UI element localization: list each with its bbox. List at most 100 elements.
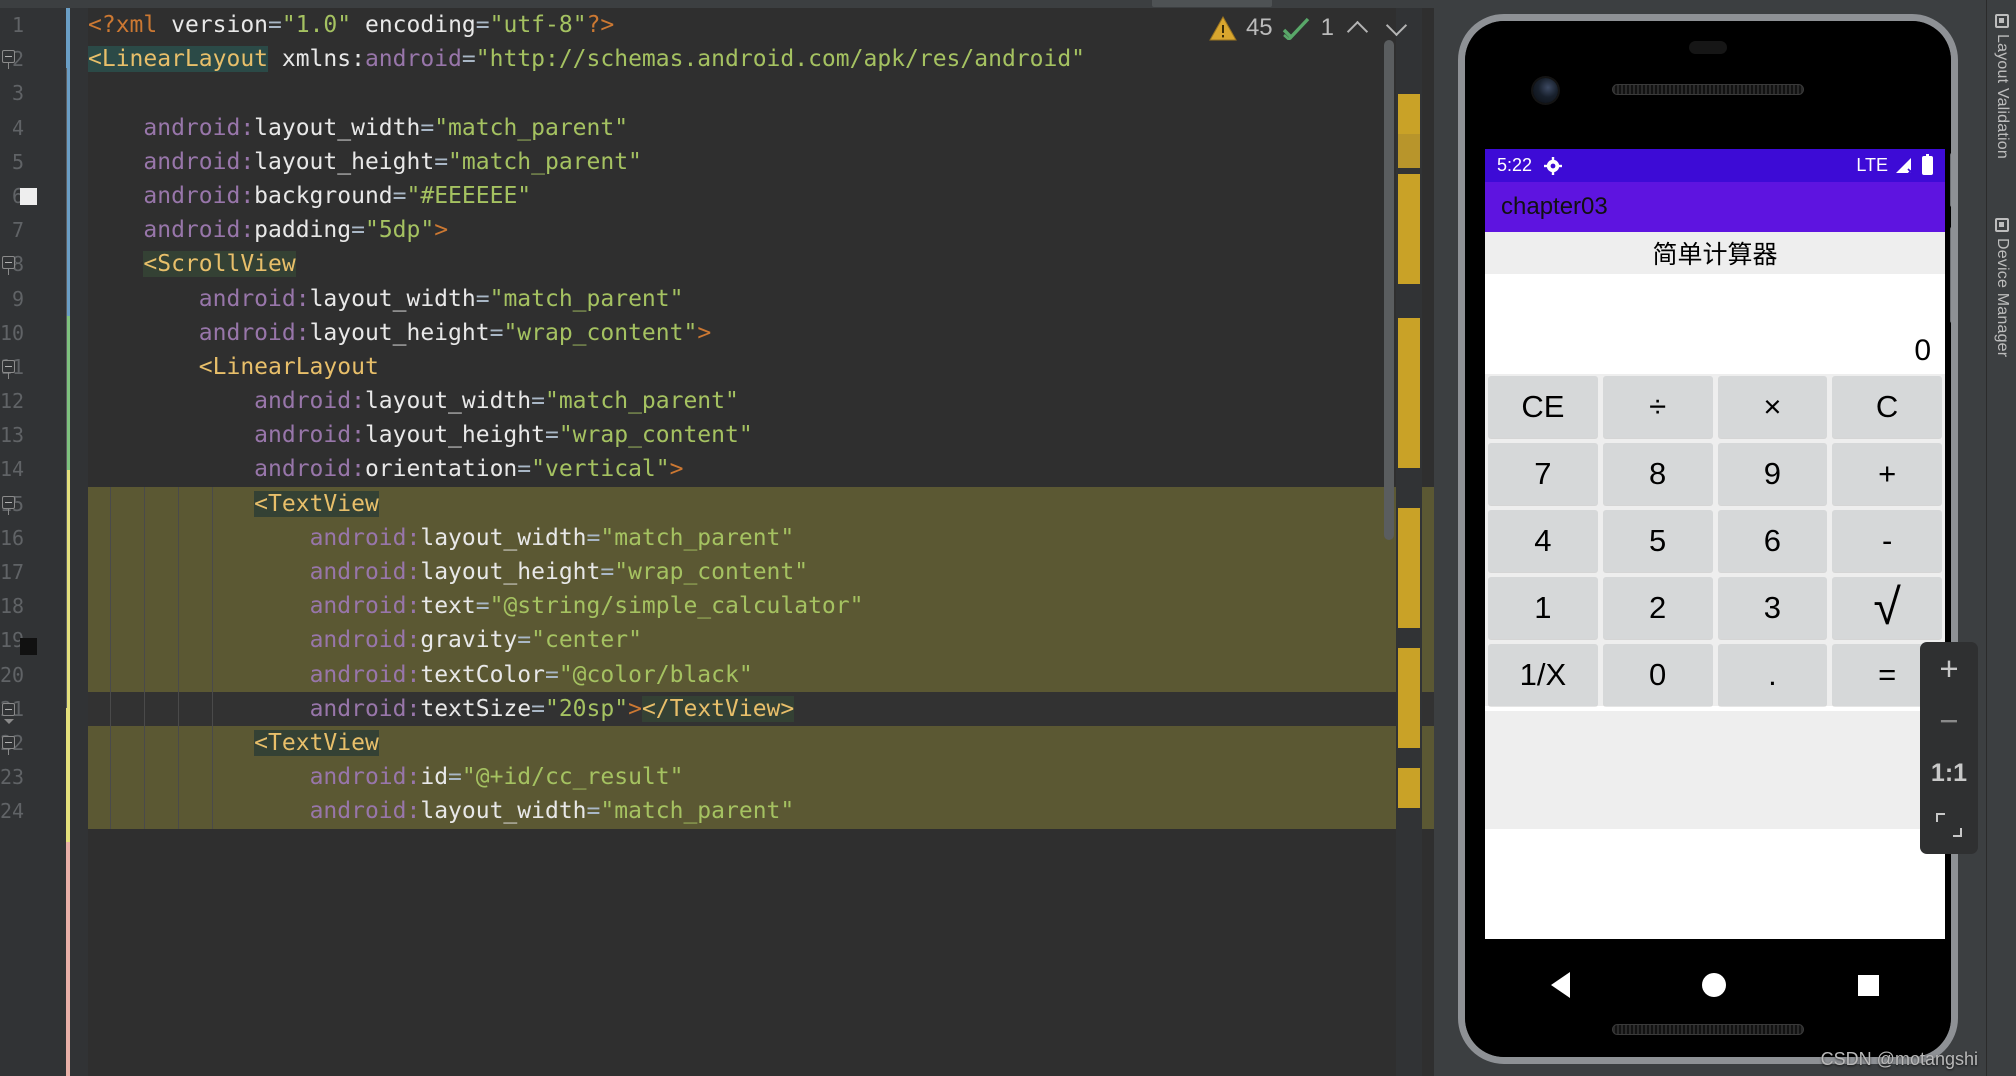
code-line[interactable]: android:layout_height="wrap_content" (88, 418, 1434, 452)
fold-marker[interactable] (2, 256, 17, 275)
fit-to-screen-button[interactable] (1926, 804, 1972, 846)
calculator-key-c[interactable]: C (1832, 376, 1942, 438)
fold-marker[interactable] (2, 50, 17, 69)
bookmark-marker[interactable] (20, 188, 37, 205)
code-line[interactable]: <LinearLayout (88, 350, 1434, 384)
line-number: 7 (11, 218, 24, 243)
gear-icon (1544, 156, 1563, 175)
editor-scrollbar-thumb[interactable] (1384, 40, 1394, 540)
stripe-warning-mark[interactable] (1398, 508, 1420, 628)
calculator-key-4[interactable]: 4 (1488, 510, 1598, 572)
calculator-key-[interactable]: . (1717, 644, 1828, 706)
code-token: "match_parent" (489, 285, 684, 312)
code-token: = (475, 12, 490, 38)
calculator-key-9[interactable]: 9 (1717, 443, 1828, 505)
line-number: 23 (0, 765, 24, 790)
calculator-key-ce[interactable]: CE (1488, 376, 1598, 438)
code-line[interactable]: android:padding="5dp"> (88, 213, 1434, 247)
calculator-key-5[interactable]: 5 (1602, 510, 1713, 572)
fold-marker[interactable] (2, 360, 17, 379)
actual-size-button[interactable]: 1:1 (1926, 752, 1972, 794)
code-line[interactable]: android:gravity="center" (88, 623, 1434, 658)
calculator-key-2[interactable]: 2 (1602, 577, 1713, 639)
editor-tab-hint[interactable] (1152, 0, 1272, 7)
code-line[interactable]: android:layout_width="match_parent" (88, 520, 1434, 555)
nav-home-circle-icon[interactable] (1702, 973, 1726, 997)
code-text-area[interactable]: <?xml version="1.0" encoding="utf-8"?> <L… (88, 8, 1434, 1076)
tool-strip-label: Device Manager (1994, 238, 2011, 358)
code-token: "match_parent" (600, 798, 795, 825)
code-line[interactable]: android:orientation="vertical"> (88, 452, 1434, 486)
bookmark-marker[interactable] (20, 638, 37, 655)
zoom-out-button[interactable]: − (1926, 700, 1972, 742)
code-token: version (171, 12, 269, 38)
chevron-down-icon[interactable] (1382, 13, 1412, 43)
tool-strip-item-device-manager[interactable]: Device Manager (1987, 218, 2016, 357)
code-token: padding (254, 217, 352, 244)
stripe-warning-mark[interactable] (1398, 768, 1420, 808)
nav-recents-square-icon[interactable] (1858, 974, 1879, 996)
emulator-zoom-toolbar[interactable]: + − 1:1 (1920, 642, 1978, 854)
code-line[interactable]: android:id="@+id/cc_result" (88, 760, 1434, 795)
emulator-screen[interactable]: 5:22 LTE chapter03 简单计算器 0 CE ÷ × C 7 8 … (1485, 149, 1945, 939)
calculator-key-[interactable]: - (1832, 510, 1942, 572)
calculator-key-7[interactable]: 7 (1488, 443, 1598, 505)
calculator-key-3[interactable]: 3 (1717, 577, 1828, 639)
device-volume-button[interactable] (1950, 227, 1951, 323)
device-power-button[interactable] (1950, 153, 1951, 207)
code-line[interactable]: <TextView (88, 725, 1434, 761)
fold-marker[interactable] (2, 703, 17, 724)
code-line[interactable]: android:textSize="20sp"></TextView> (88, 691, 1434, 726)
chevron-up-icon[interactable] (1343, 13, 1373, 43)
calculator-keypad[interactable]: CE ÷ × C 7 8 9 +4 5 6-1 2 3 √ 1/X 0. = (1485, 374, 1945, 706)
calculator-key-1[interactable]: 1 (1488, 577, 1598, 639)
code-line[interactable]: android:layout_width="match_parent" (88, 111, 1434, 145)
code-line[interactable]: <TextView (88, 486, 1434, 521)
stripe-warning-mark[interactable] (1398, 648, 1420, 748)
calculator-key-[interactable]: × (1717, 376, 1828, 438)
code-line[interactable]: android:text="@string/simple_calculator" (88, 589, 1434, 624)
calculator-key-[interactable]: √ (1832, 577, 1942, 639)
code-line[interactable]: android:background="#EEEEEE" (88, 179, 1434, 213)
line-number: 24 (0, 799, 24, 824)
code-token: = (475, 593, 490, 620)
calculator-key-6[interactable]: 6 (1717, 510, 1828, 572)
stripe-warning-mark[interactable] (1398, 318, 1420, 468)
code-token: android: (254, 422, 365, 449)
calculator-key-[interactable]: ÷ (1602, 376, 1713, 438)
code-token: "wrap_content" (503, 319, 698, 346)
calculator-key-[interactable]: + (1832, 443, 1942, 505)
code-line[interactable]: android:layout_height="wrap_content" (88, 555, 1434, 590)
inspection-widget[interactable]: 45 1 (1209, 8, 1412, 48)
code-line[interactable]: android:layout_height="wrap_content"> (88, 316, 1434, 350)
calculator-key-8[interactable]: 8 (1602, 443, 1713, 505)
code-token: <LinearLayout (198, 353, 379, 380)
right-tool-window-bar: Layout Validation Device Manager (1986, 0, 2016, 1076)
error-stripe-gutter[interactable] (1396, 8, 1422, 1076)
code-line[interactable]: <ScrollView (88, 247, 1434, 281)
code-token: layout_width (420, 798, 587, 825)
code-token: = (544, 661, 559, 688)
editor-gutter[interactable]: 123456789101112131415161718192021222324 (0, 8, 88, 1076)
code-token: <?xml (88, 12, 172, 38)
code-line[interactable] (88, 76, 1434, 110)
stripe-warning-mark[interactable] (1398, 94, 1420, 134)
calculator-key-1x[interactable]: 1/X (1488, 644, 1598, 706)
zoom-in-button[interactable]: + (1926, 648, 1972, 690)
code-line[interactable]: android:layout_height="match_parent" (88, 145, 1434, 179)
tool-strip-item-layout-validation[interactable]: Layout Validation (1987, 14, 2016, 159)
fold-marker[interactable] (2, 496, 17, 515)
android-nav-bar[interactable] (1485, 939, 1945, 1031)
code-line[interactable]: android:layout_width="match_parent" (88, 282, 1434, 316)
code-line[interactable]: android:layout_width="match_parent" (88, 794, 1434, 829)
vcs-change-marker-deleted[interactable] (66, 842, 70, 1076)
calculator-key-0[interactable]: 0 (1602, 644, 1713, 706)
code-line[interactable]: android:layout_width="match_parent" (88, 384, 1434, 418)
nav-back-triangle-icon[interactable] (1551, 972, 1570, 998)
stripe-warning-mark[interactable] (1398, 174, 1420, 284)
stripe-warning-mark[interactable] (1398, 134, 1420, 168)
fold-marker[interactable] (2, 736, 17, 755)
code-line[interactable]: android:textColor="@color/black" (88, 657, 1434, 692)
